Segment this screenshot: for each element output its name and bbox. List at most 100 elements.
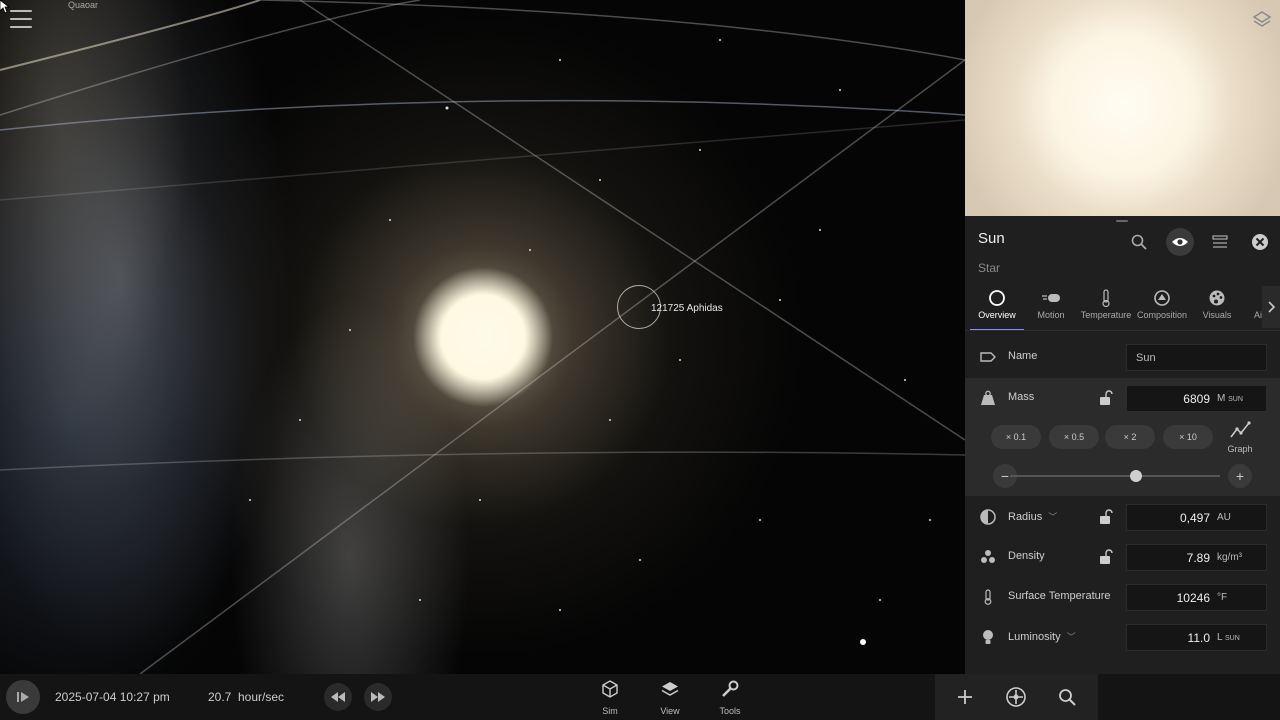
view-menu-button[interactable]: View	[650, 680, 690, 716]
luminosity-row: Luminosity ﹀ 11.0 L SUN	[965, 617, 1280, 657]
quaoar-label[interactable]: Quaoar	[68, 0, 98, 10]
tag-icon	[980, 352, 996, 362]
tab-motion[interactable]: Motion	[1024, 286, 1078, 328]
tab-composition[interactable]: Composition	[1134, 286, 1190, 328]
add-object-button[interactable]	[952, 684, 978, 710]
circle-icon	[989, 290, 1005, 306]
radius-label[interactable]: Radius ﹀	[1008, 510, 1057, 523]
property-tabs: Overview Motion Temperature Composition …	[970, 286, 1280, 331]
tools-label: Tools	[719, 706, 741, 716]
object-name: Sun	[978, 230, 1005, 247]
tab-label: Motion	[1037, 310, 1065, 320]
radius-icon	[980, 509, 996, 525]
density-unit: kg/m³	[1217, 552, 1242, 563]
search-button[interactable]	[1054, 684, 1080, 710]
tab-temperature[interactable]: Temperature	[1078, 286, 1134, 328]
luminosity-label[interactable]: Luminosity ﹀	[1008, 630, 1076, 643]
search-icon[interactable]	[1125, 228, 1153, 256]
sim-label: Sim	[602, 706, 618, 716]
play-icon	[17, 692, 29, 702]
close-icon[interactable]	[1246, 228, 1274, 256]
tab-overview[interactable]: Overview	[970, 286, 1024, 331]
move-target-icon	[1006, 687, 1026, 707]
weight-icon	[981, 390, 995, 405]
mass-slider-knob[interactable]	[1130, 470, 1142, 482]
mass-field[interactable]: 6809 M SUN	[1126, 385, 1267, 412]
palette-icon	[1209, 290, 1225, 306]
multiply-0.5-button[interactable]: × 0.5	[1049, 425, 1099, 449]
thermometer-icon	[984, 589, 992, 605]
aphidas-label[interactable]: 121725 Aphidas	[651, 303, 723, 314]
tabs-divider	[965, 330, 1280, 331]
object-preview[interactable]	[965, 0, 1280, 216]
eye-icon[interactable]	[1166, 228, 1194, 256]
menu-icon[interactable]	[10, 10, 32, 28]
unlock-icon[interactable]	[1099, 390, 1113, 406]
mass-value: 6809	[1183, 392, 1210, 406]
search-icon	[1059, 689, 1076, 706]
radius-field[interactable]: 0,497 AU	[1126, 504, 1267, 531]
multiply-10-button[interactable]: × 10	[1163, 425, 1213, 449]
name-value: Sun	[1136, 352, 1156, 364]
cube-icon	[602, 680, 618, 698]
density-label: Density	[1008, 550, 1045, 562]
tabs-next-button[interactable]	[1262, 286, 1280, 328]
mass-section: Mass 6809 M SUN × 0.1 × 0.5 × 2 × 10 Gra…	[965, 378, 1280, 496]
unlock-icon[interactable]	[1099, 549, 1113, 565]
unlock-icon[interactable]	[1099, 509, 1113, 525]
radius-row: Radius ﹀ 0,497 AU	[965, 497, 1280, 537]
name-row: Name Sun	[965, 337, 1280, 377]
lightbulb-icon	[983, 630, 993, 644]
graph-button[interactable]: Graph	[1225, 421, 1255, 454]
fast-forward-button[interactable]	[364, 683, 392, 711]
object-type: Star	[978, 261, 1001, 275]
mass-unit: M SUN	[1217, 393, 1243, 404]
motion-icon	[1042, 294, 1060, 302]
layers-icon[interactable]	[1252, 10, 1272, 30]
panel-drag-handle[interactable]	[1116, 220, 1128, 222]
chevron-right-icon	[1268, 301, 1275, 313]
mass-slider-track[interactable]	[1010, 475, 1220, 477]
surface-temperature-field[interactable]: 10246 °F	[1126, 584, 1267, 611]
sim-menu-button[interactable]: Sim	[590, 680, 630, 716]
tab-label: Temperature	[1080, 310, 1132, 320]
density-field[interactable]: 7.89 kg/m³	[1126, 544, 1267, 571]
view-label: View	[660, 706, 680, 716]
list-view-icon[interactable]	[1206, 228, 1234, 256]
bottom-toolbar: 2025-07-04 10:27 pm 20.7 hour/sec Sim Vi…	[0, 674, 1280, 720]
orbit-lines	[0, 0, 965, 674]
name-field[interactable]: Sun	[1126, 344, 1267, 371]
radius-value: 0,497	[1179, 511, 1210, 525]
simulation-datetime[interactable]: 2025-07-04 10:27 pm	[55, 690, 170, 704]
tab-label: Visuals	[1202, 310, 1232, 320]
density-icon	[981, 550, 995, 563]
multiply-0.1-button[interactable]: × 0.1	[991, 425, 1041, 449]
info-panel: Sun Star Overview Motion Temperature Com…	[965, 216, 1280, 674]
surface-temperature-row: Surface Temperature 10246 °F	[965, 577, 1280, 617]
luminosity-field[interactable]: 11.0 L SUN	[1126, 624, 1267, 651]
multiply-2-button[interactable]: × 2	[1105, 425, 1155, 449]
surface-temperature-value: 10246	[1176, 591, 1210, 605]
wrench-icon	[722, 680, 739, 697]
luminosity-unit: L SUN	[1217, 632, 1240, 643]
composition-icon	[1154, 290, 1170, 306]
time-rate-unit[interactable]: hour/sec	[238, 690, 284, 704]
density-value: 7.89	[1186, 551, 1210, 565]
graph-label: Graph	[1227, 444, 1253, 454]
luminosity-value: 11.0	[1187, 631, 1210, 645]
rewind-icon	[331, 692, 345, 702]
bottom-right-actions	[935, 674, 1098, 720]
tab-visuals[interactable]: Visuals	[1190, 286, 1244, 328]
graph-icon	[1230, 421, 1251, 438]
mass-row: Mass 6809 M SUN	[965, 378, 1280, 418]
move-object-button[interactable]	[1003, 684, 1029, 710]
play-pause-button[interactable]	[6, 680, 40, 714]
tab-label: Overview	[978, 310, 1016, 320]
layers-icon	[661, 682, 679, 696]
time-rate-value[interactable]: 20.7	[208, 690, 231, 704]
mass-increase-button[interactable]: +	[1228, 464, 1252, 488]
radius-unit: AU	[1217, 512, 1231, 523]
tab-label: Composition	[1136, 310, 1188, 320]
rewind-button[interactable]	[324, 683, 352, 711]
tools-menu-button[interactable]: Tools	[710, 680, 750, 716]
